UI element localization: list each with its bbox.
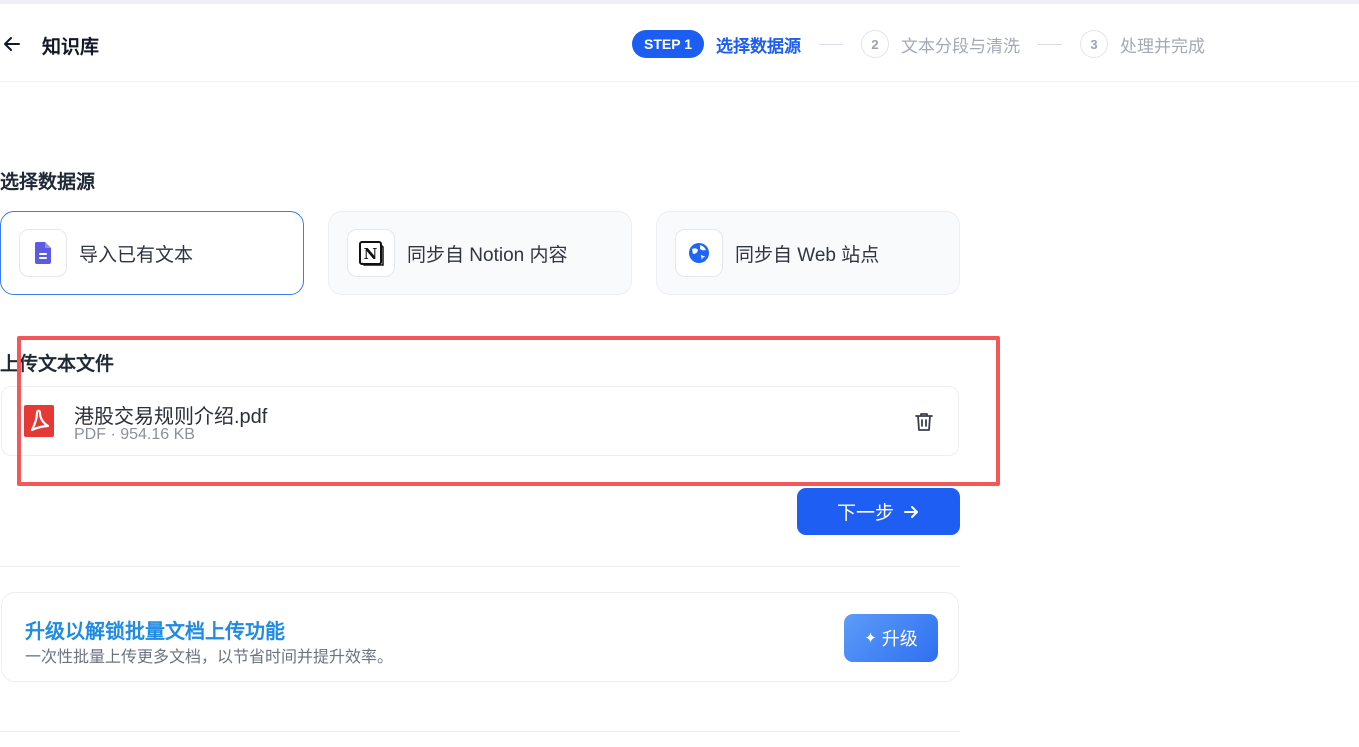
upgrade-button[interactable]: ✦ 升级 <box>844 614 938 662</box>
step-3-label: 处理并完成 <box>1120 36 1205 56</box>
document-icon <box>34 242 51 264</box>
datasource-section-title: 选择数据源 <box>0 172 96 193</box>
document-icon-box <box>19 229 67 277</box>
stepper: STEP 1 选择数据源 2 文本分段与清洗 3 处理并完成 <box>632 29 1205 59</box>
source-option-import-text[interactable]: 导入已有文本 <box>0 211 304 295</box>
upgrade-button-label: 升级 <box>881 629 918 649</box>
source-option-label: 同步自 Notion 内容 <box>407 244 568 266</box>
divider <box>0 731 960 732</box>
upgrade-title: 升级以解锁批量文档上传功能 <box>25 621 285 643</box>
source-option-notion[interactable]: N 同步自 Notion 内容 <box>328 211 632 295</box>
svg-text:N: N <box>364 245 378 263</box>
web-icon <box>689 243 709 263</box>
back-arrow-icon[interactable] <box>2 34 22 54</box>
divider <box>0 566 960 567</box>
step-2-label: 文本分段与清洗 <box>901 36 1020 56</box>
header: 知识库 STEP 1 选择数据源 2 文本分段与清洗 3 处理并完成 <box>0 4 1359 82</box>
upgrade-banner: 升级以解锁批量文档上传功能 一次性批量上传更多文档，以节省时间并提升效率。 ✦ … <box>1 592 959 682</box>
file-name: 港股交易规则介绍.pdf <box>74 406 268 428</box>
notion-icon: N <box>359 241 384 266</box>
source-option-label: 导入已有文本 <box>79 244 194 266</box>
step-1-label: 选择数据源 <box>716 36 801 56</box>
step-3-badge: 3 <box>1080 30 1108 58</box>
pdf-icon <box>24 405 54 437</box>
page-title: 知识库 <box>42 37 100 58</box>
uploaded-file-item: 港股交易规则介绍.pdf PDF · 954.16 KB <box>1 386 959 456</box>
file-meta: PDF · 954.16 KB <box>74 426 195 443</box>
source-option-label: 同步自 Web 站点 <box>735 244 880 266</box>
web-icon-box <box>675 229 723 277</box>
next-step-button[interactable]: 下一步 <box>797 488 960 535</box>
notion-icon-box: N <box>347 229 395 277</box>
step-1-badge: STEP 1 <box>632 30 704 58</box>
next-step-label: 下一步 <box>836 503 894 524</box>
sparkle-icon: ✦ <box>864 630 877 647</box>
step-connector <box>819 43 843 45</box>
step-connector <box>1038 43 1062 45</box>
source-option-web[interactable]: 同步自 Web 站点 <box>656 211 960 295</box>
arrow-right-icon <box>904 505 918 518</box>
step-2-badge: 2 <box>861 30 889 58</box>
trash-icon[interactable] <box>913 411 935 433</box>
upgrade-description: 一次性批量上传更多文档，以节省时间并提升效率。 <box>25 649 394 666</box>
upload-section-title: 上传文本文件 <box>0 354 115 375</box>
